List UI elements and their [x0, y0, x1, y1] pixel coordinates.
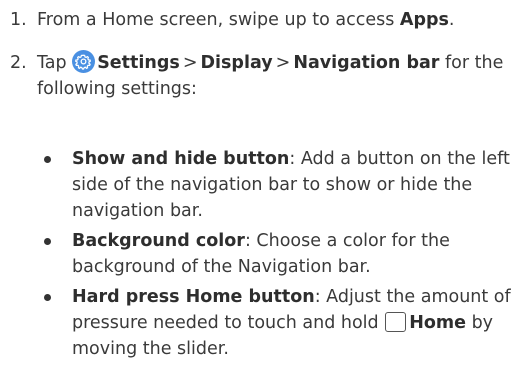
- settings-gear-icon: [72, 50, 96, 73]
- bullet-dot: [44, 294, 51, 301]
- step-text-prefix: Tap: [37, 53, 73, 73]
- path-separator: >: [182, 53, 198, 73]
- bullet-dot: [44, 156, 51, 163]
- path-separator: >: [275, 53, 291, 73]
- home-button-icon: [385, 312, 407, 332]
- step-text-suffix: .: [448, 10, 455, 30]
- step-text: From a Home screen, swipe up to access A…: [37, 7, 517, 33]
- display-label: Display: [200, 53, 273, 73]
- bullet-text: Background color: Choose a color for the…: [72, 228, 512, 280]
- apps-label: Apps: [399, 10, 449, 30]
- step-number: 2.: [10, 53, 27, 73]
- step-text: Tap Settings > Display > Navigation bar for …: [37, 50, 507, 102]
- bullet-title: Show and hide button: [72, 149, 290, 169]
- bullet-title: Background color: [72, 231, 245, 251]
- step-number: 1.: [10, 10, 27, 30]
- bullet-title: Hard press Home button: [72, 287, 315, 307]
- navigation-bar-label: Navigation bar: [293, 53, 440, 73]
- step-text-prefix: From a Home screen, swipe up to access: [37, 10, 400, 30]
- instruction-document: 1. From a Home screen, swipe up to acces…: [0, 0, 520, 378]
- home-label: Home: [409, 313, 466, 333]
- settings-label: Settings: [97, 53, 180, 73]
- bullet-text: Show and hide button: Add a button on th…: [72, 146, 512, 224]
- bullet-text: Hard press Home button: Adjust the amoun…: [72, 284, 512, 362]
- bullet-dot: [44, 238, 51, 245]
